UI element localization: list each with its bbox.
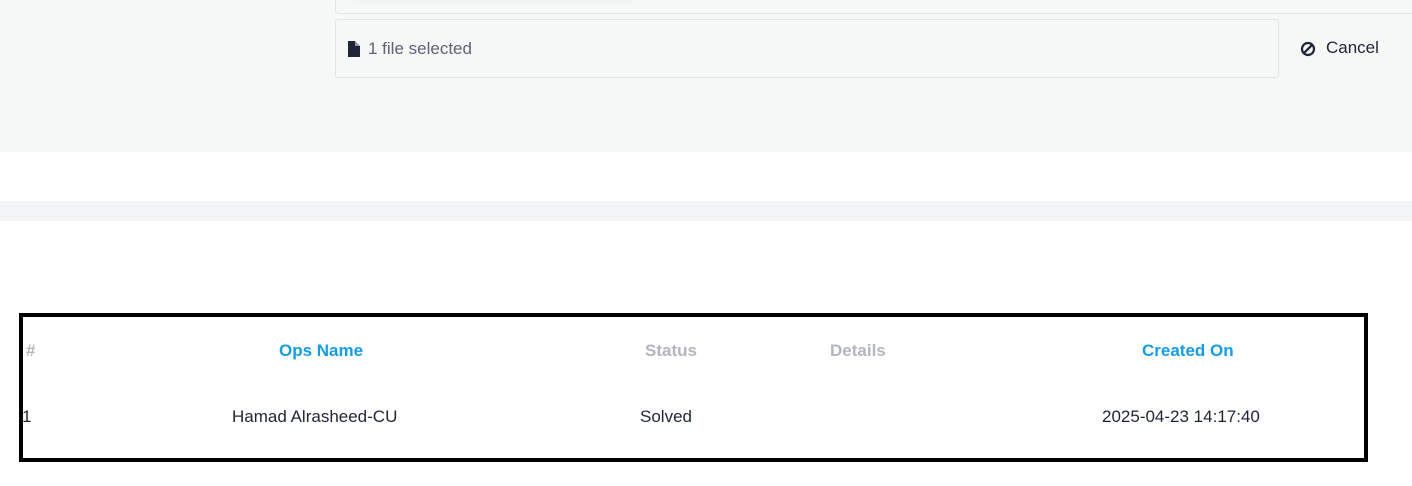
cell-status: Solved xyxy=(640,407,692,426)
cell-created-on: 2025-04-23 14:17:40 xyxy=(1102,407,1260,426)
cancel-button[interactable]: Cancel xyxy=(1300,32,1379,66)
column-header-details: Details xyxy=(830,341,886,360)
ban-icon xyxy=(1300,41,1316,57)
column-header-status: Status xyxy=(645,341,697,360)
section-divider xyxy=(0,201,1412,221)
previous-field-shadow xyxy=(352,0,634,6)
file-icon xyxy=(348,41,360,57)
cell-index: 1 xyxy=(22,407,32,426)
column-header-created-on[interactable]: Created On xyxy=(1142,341,1234,361)
column-header-ops-name[interactable]: Ops Name xyxy=(279,341,363,361)
cancel-label: Cancel xyxy=(1326,38,1379,57)
file-status-text: 1 file selected xyxy=(368,39,472,58)
cell-ops-name: Hamad Alrasheed-CU xyxy=(232,407,398,426)
selected-file-box[interactable]: 1 file selected xyxy=(335,19,1279,78)
column-header-index: # xyxy=(26,341,36,360)
operations-table: # Ops Name Status Details Created On 1 H… xyxy=(19,313,1368,462)
upload-panel: 1 file selected Cancel xyxy=(0,0,1412,152)
